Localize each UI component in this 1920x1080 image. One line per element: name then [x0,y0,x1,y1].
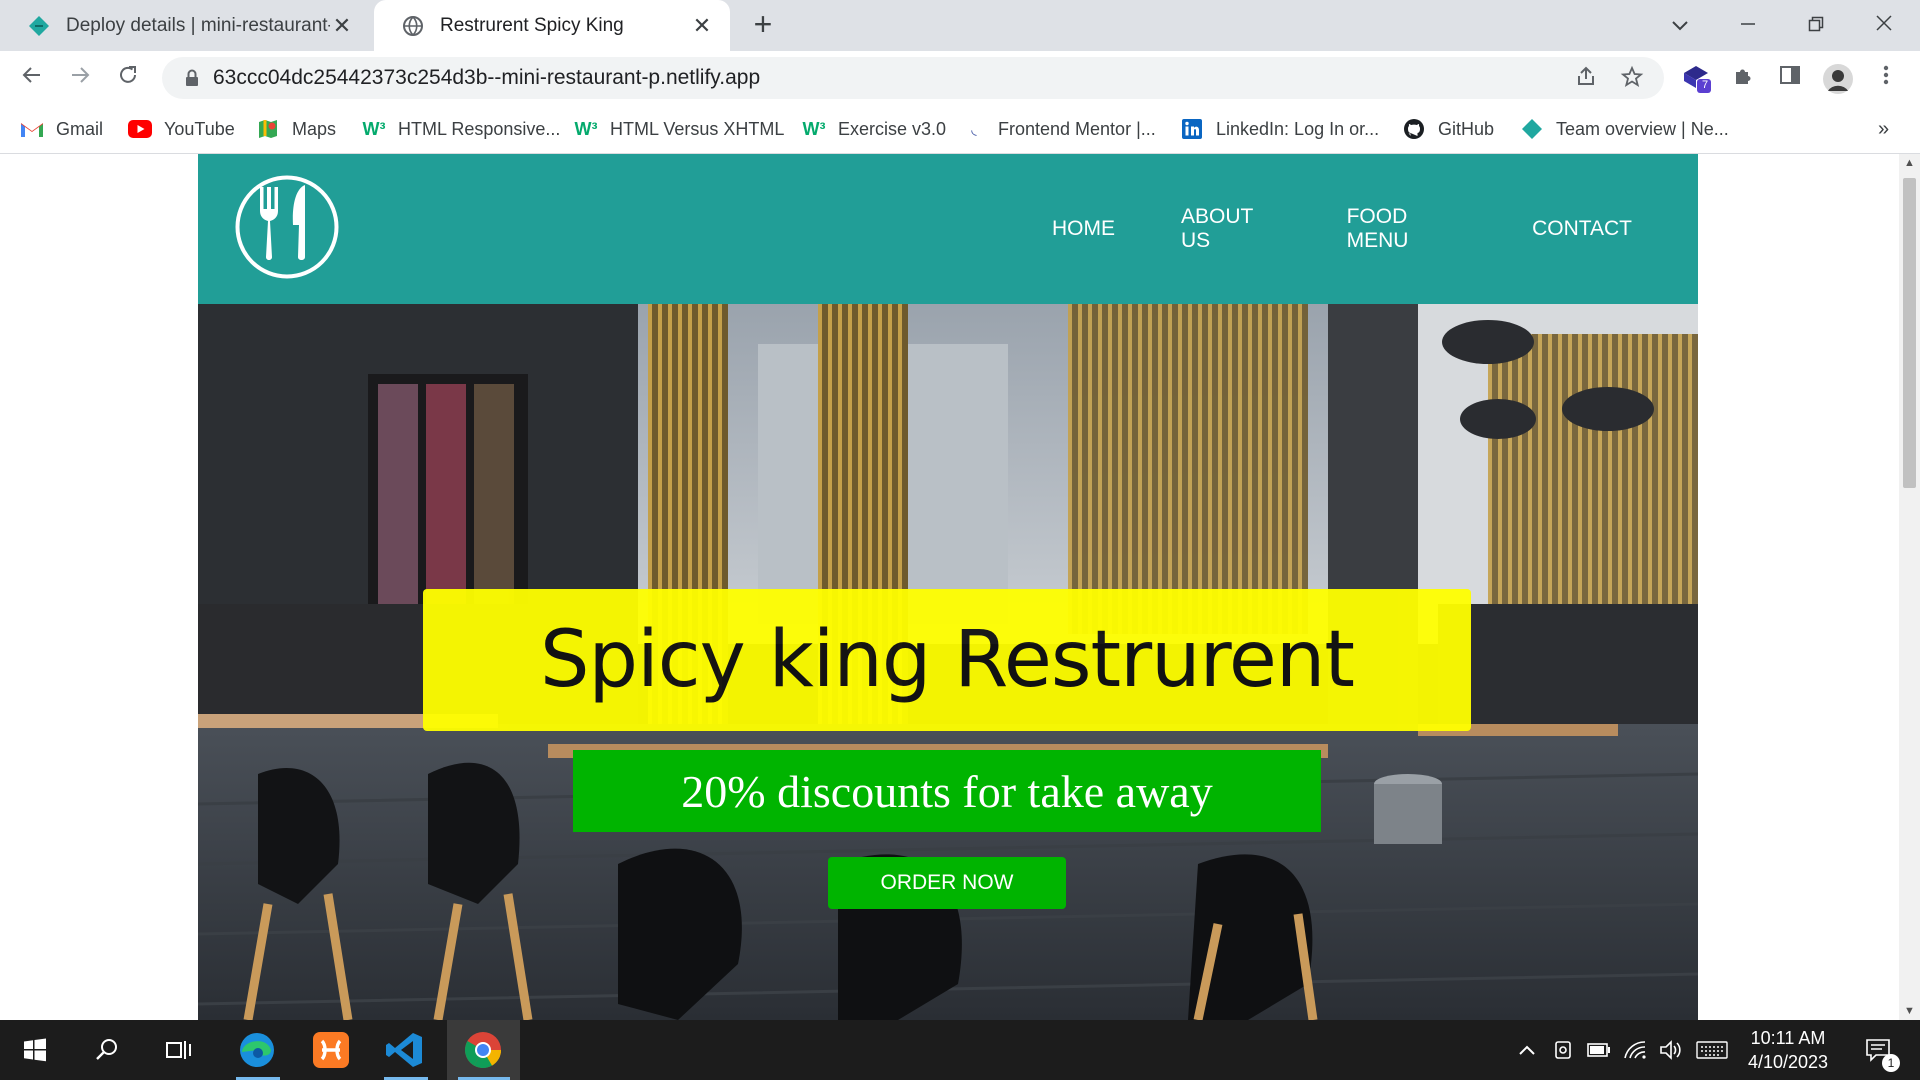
tab-deploy-details[interactable]: Deploy details | mini-restaurant-p ✕ [0,0,370,51]
gmail-icon [20,118,44,140]
bookmark-github[interactable]: GitHub [1402,105,1494,153]
bookmarks-overflow-icon[interactable]: » [1878,105,1889,153]
battery-icon[interactable] [1584,1020,1614,1080]
bookmark-label: Team overview | Ne... [1556,118,1729,139]
minimize-icon[interactable] [1728,8,1768,42]
notifications-icon[interactable]: 1 [1856,1020,1900,1080]
clock-date: 4/10/2023 [1747,1052,1829,1072]
close-window-icon[interactable] [1864,8,1904,42]
bookmark-linkedin[interactable]: LinkedIn: Log In or... [1180,105,1379,153]
restore-icon[interactable] [1796,8,1836,42]
side-panel-icon[interactable] [1774,63,1806,95]
profile-avatar[interactable] [1822,63,1854,95]
url-text: 63ccc04dc25442373c254d3b--mini-restauran… [213,66,761,89]
site-header: HOME ABOUT US FOOD MENU CONTACT [198,154,1698,304]
scroll-down-arrow-icon[interactable]: ▼ [1899,1002,1920,1020]
bookmark-label: Maps [292,118,337,139]
netlify-icon [26,13,52,39]
wifi-icon[interactable] [1620,1020,1650,1080]
discount-banner: 20% discounts for take away [573,750,1321,832]
headline-banner: Spicy king Restrurent [423,589,1471,731]
bookmark-html-responsive[interactable]: W³ HTML Responsive... [362,105,561,153]
tab-restrurent-spicy-king[interactable]: Restrurent Spicy King ✕ [374,0,730,51]
bookmark-exercise[interactable]: W³ Exercise v3.0 [802,105,947,153]
bookmark-gmail[interactable]: Gmail [20,105,103,153]
search-icon[interactable] [72,1020,142,1080]
tab-title: Deploy details | mini-restaurant-p [66,14,330,36]
extensions-puzzle-icon[interactable] [1728,63,1760,95]
close-tab-icon[interactable]: ✕ [330,13,354,38]
linkedin-icon [1180,118,1204,140]
bookmark-label: Gmail [56,118,104,139]
github-icon [1402,118,1426,140]
hero-section: Spicy king Restrurent 20% discounts for … [198,304,1698,1020]
page-scrollbar[interactable]: ▲ ▼ [1899,154,1920,1020]
xampp-icon[interactable] [296,1020,366,1080]
meet-now-icon[interactable] [1548,1020,1578,1080]
nav-food-menu-link[interactable]: FOOD MENU [1347,205,1466,253]
tab-search-chevron-icon[interactable] [1660,8,1700,42]
restaurant-headline: Spicy king Restrurent [540,615,1355,705]
new-tab-icon[interactable]: + [748,8,778,40]
bookmark-maps[interactable]: Maps [256,105,336,153]
frontend-mentor-icon: ◟ [971,120,977,137]
task-view-icon[interactable] [144,1020,214,1080]
extension-badge-count: 7 [1701,79,1709,91]
bookmark-html-versus-xhtml[interactable]: W³ HTML Versus XHTML [574,105,785,153]
bookmark-youtube[interactable]: YouTube [128,105,235,153]
globe-icon [400,13,426,39]
main-nav: HOME ABOUT US FOOD MENU CONTACT [1052,154,1698,304]
system-clock[interactable]: 10:11 AM 4/10/2023 [1728,1026,1848,1074]
bookmark-label: HTML Versus XHTML [610,118,785,139]
lock-icon[interactable] [182,68,202,88]
browser-toolbar: 63ccc04dc25442373c254d3b--mini-restauran… [0,51,1920,105]
netlify-icon [1520,118,1544,140]
vscode-icon[interactable] [370,1020,440,1080]
bookmark-label: Exercise v3.0 [838,118,947,139]
forward-icon[interactable] [62,60,98,96]
bookmark-star-icon[interactable] [1618,65,1646,93]
page-viewport: HOME ABOUT US FOOD MENU CONTACT Spicy ki… [0,154,1899,1020]
fork-knife-logo-icon[interactable] [235,175,339,279]
clock-time: 10:11 AM [1750,1028,1826,1048]
address-bar[interactable]: 63ccc04dc25442373c254d3b--mini-restauran… [162,57,1664,99]
restaurant-site: HOME ABOUT US FOOD MENU CONTACT Spicy ki… [198,154,1698,1020]
bookmark-label: Frontend Mentor |... [998,118,1156,139]
w3schools-icon: W³ [574,118,598,139]
bookmark-label: HTML Responsive... [398,118,561,139]
bookmark-label: GitHub [1438,118,1495,139]
scrollbar-thumb[interactable] [1903,178,1916,488]
reload-icon[interactable] [110,60,146,96]
bookmark-label: LinkedIn: Log In or... [1216,118,1380,139]
notification-count-badge: 1 [1882,1054,1900,1072]
tab-strip: Deploy details | mini-restaurant-p ✕ Res… [0,0,1920,51]
youtube-icon [128,118,152,140]
bookmark-frontend-mentor[interactable]: ◟ Frontend Mentor |... [962,105,1156,153]
volume-icon[interactable] [1656,1020,1686,1080]
nav-home-link[interactable]: HOME [1052,217,1115,241]
nav-about-us-link[interactable]: ABOUT US [1181,205,1281,253]
tab-title: Restrurent Spicy King [440,14,624,36]
nav-contact-link[interactable]: CONTACT [1532,217,1632,241]
scroll-up-arrow-icon[interactable]: ▲ [1899,154,1920,172]
windows-start-icon[interactable] [0,1020,70,1080]
bookmark-label: YouTube [164,118,235,139]
bookmarks-bar: Gmail YouTube Maps W³ HTML Responsive...… [0,105,1920,154]
discount-text: 20% discounts for take away [681,765,1213,817]
browser-menu-icon[interactable] [1870,63,1902,95]
close-tab-icon[interactable]: ✕ [690,13,714,38]
share-icon[interactable] [1572,65,1600,93]
extension-badge-icon[interactable]: 7 [1680,63,1712,95]
show-hidden-icons-chevron-icon[interactable] [1512,1020,1542,1080]
bookmark-team-overview[interactable]: Team overview | Ne... [1520,105,1729,153]
edge-browser-icon[interactable] [222,1020,292,1080]
chrome-browser-icon[interactable] [448,1020,518,1080]
keyboard-icon[interactable] [1694,1020,1730,1080]
back-icon[interactable] [14,60,50,96]
order-now-button[interactable]: ORDER NOW [828,857,1066,909]
windows-taskbar: 10:11 AM 4/10/2023 1 [0,1020,1920,1080]
w3schools-icon: W³ [802,118,826,139]
w3schools-icon: W³ [362,118,386,139]
maps-icon [256,118,280,140]
